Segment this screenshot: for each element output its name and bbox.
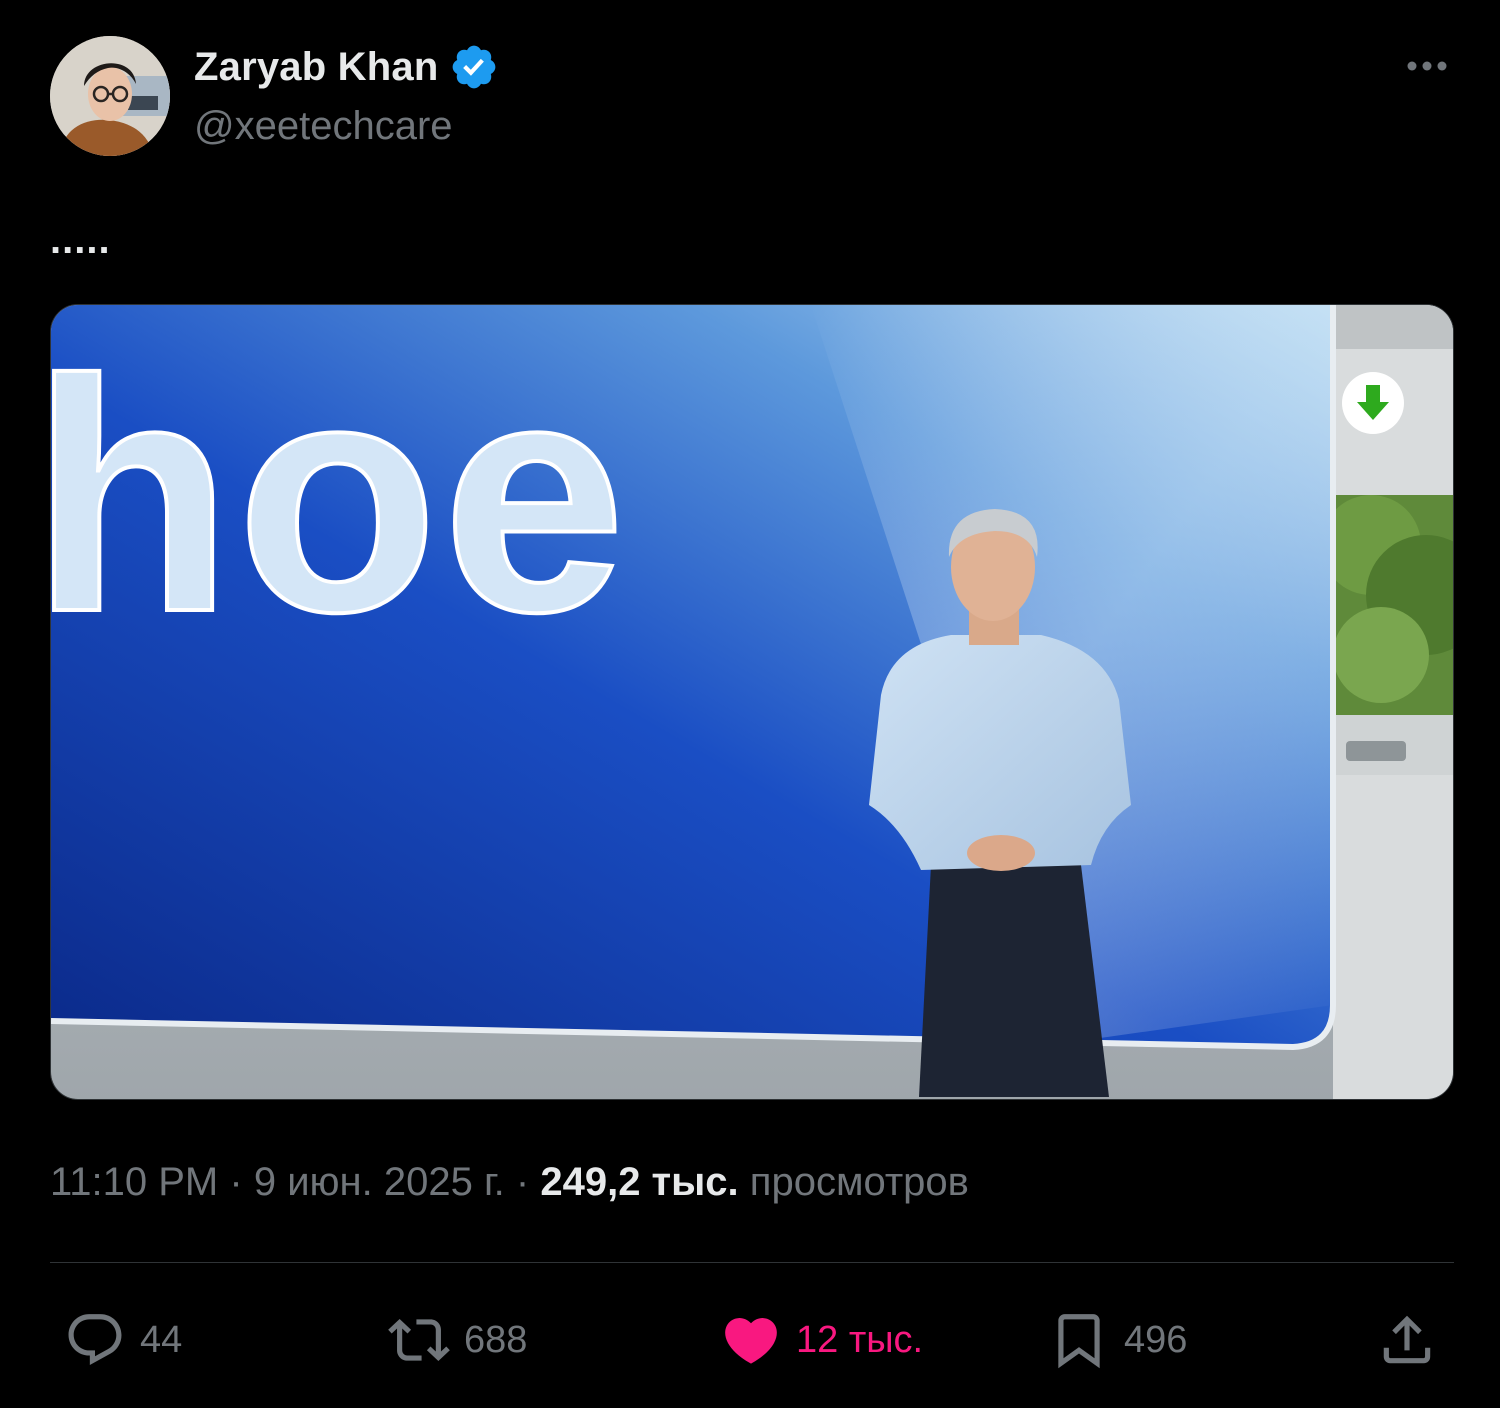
meta-separator: · <box>515 1160 530 1204</box>
tweet-meta: 11:10 PM · 9 июн. 2025 г. · 249,2 тыс. п… <box>50 1160 969 1205</box>
download-arrow-icon[interactable] <box>1341 371 1405 435</box>
tweet-time[interactable]: 11:10 PM <box>50 1160 218 1204</box>
bookmark-count: 496 <box>1124 1318 1188 1361</box>
action-bar: 44 688 12 тыс. 496 <box>50 1300 1454 1380</box>
more-options-icon[interactable] <box>1402 46 1452 86</box>
avatar[interactable] <box>50 36 170 156</box>
share-button[interactable] <box>1376 1300 1438 1380</box>
views-count[interactable]: 249,2 тыс. <box>540 1160 738 1204</box>
bookmark-button[interactable]: 496 <box>1048 1300 1187 1380</box>
tweet-media-image[interactable]: hoe <box>50 304 1454 1100</box>
repost-icon <box>388 1319 450 1361</box>
bookmark-icon <box>1058 1314 1100 1369</box>
like-button[interactable]: 12 тыс. <box>720 1300 923 1380</box>
repost-count: 688 <box>464 1318 528 1361</box>
divider <box>50 1262 1454 1263</box>
meta-separator: · <box>229 1160 243 1204</box>
heart-icon <box>725 1318 777 1364</box>
share-icon <box>1383 1315 1431 1364</box>
reply-count: 44 <box>140 1318 183 1361</box>
tweet: Zaryab Khan @xeetechcare ..... hoe 11:10… <box>0 0 1500 1408</box>
tweet-date[interactable]: 9 июн. 2025 г. <box>254 1160 505 1204</box>
author-name[interactable]: Zaryab Khan <box>194 45 439 90</box>
author-handle[interactable]: @xeetechcare <box>194 104 453 149</box>
like-count: 12 тыс. <box>796 1318 924 1361</box>
reply-icon <box>68 1314 122 1366</box>
reply-button[interactable]: 44 <box>64 1300 182 1380</box>
repost-button[interactable]: 688 <box>388 1300 527 1380</box>
media-headline-text: hoe <box>51 311 630 680</box>
tweet-text: ..... <box>50 218 111 262</box>
author-name-row[interactable]: Zaryab Khan <box>194 42 499 92</box>
verified-badge-icon[interactable] <box>449 42 499 92</box>
views-label: просмотров <box>749 1160 969 1204</box>
